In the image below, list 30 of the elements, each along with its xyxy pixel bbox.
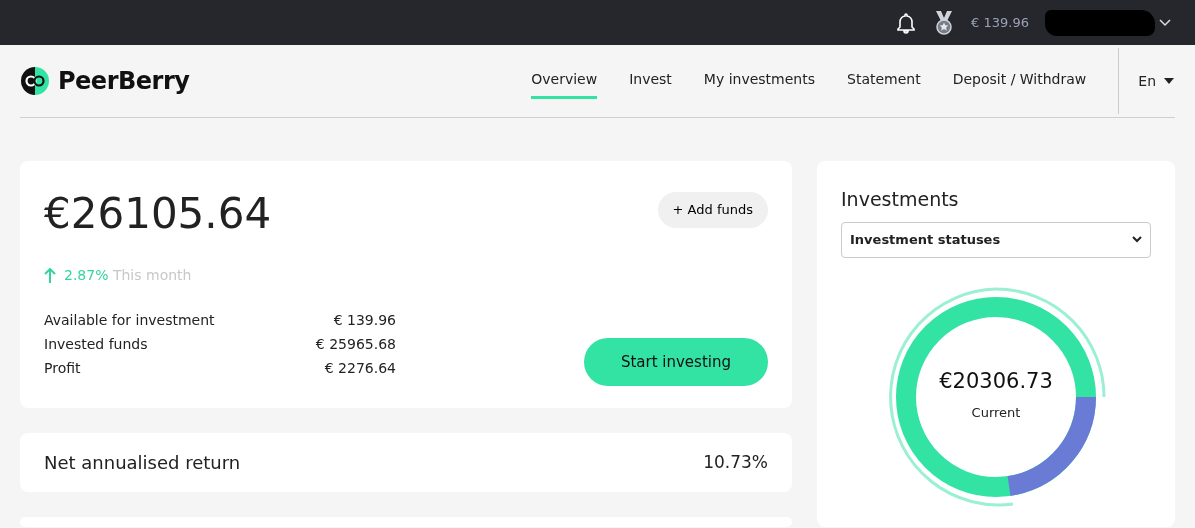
summary-label: Invested funds	[44, 335, 148, 354]
summary-value: € 2276.64	[324, 359, 396, 378]
chevron-down-icon	[1132, 236, 1142, 243]
chevron-down-icon[interactable]	[1159, 18, 1171, 27]
caret-icon	[1164, 78, 1174, 84]
nav-link[interactable]: Overview	[531, 63, 598, 99]
nav-link[interactable]: Invest	[629, 63, 672, 99]
current-label: Current	[971, 404, 1021, 422]
nav-link[interactable]: Statement	[847, 63, 921, 99]
summary-value: € 25965.68	[315, 335, 396, 354]
return-label: Net annualised return	[44, 451, 241, 475]
language-dropdown[interactable]: En	[1137, 69, 1175, 93]
brand-name: PeerBerry	[58, 66, 190, 97]
add-funds-button[interactable]: + Add funds	[657, 192, 768, 228]
logo-icon	[20, 66, 50, 96]
balance-text: € 139.96	[971, 13, 1029, 32]
summary-label: Available for investment	[44, 311, 215, 330]
arrow-up-icon	[44, 267, 56, 284]
start-investing-button[interactable]: Start investing	[583, 337, 768, 386]
investments-title: Investments	[841, 187, 960, 212]
change-percent: 2.87%	[64, 267, 109, 283]
nav-link[interactable]: My investments	[703, 63, 815, 99]
summary-value: € 139.96	[333, 311, 396, 330]
bell-icon[interactable]	[895, 11, 918, 34]
current-amount: €20306.73	[939, 367, 1053, 395]
summary-label: Profit	[44, 359, 81, 378]
return-value: 10.73%	[703, 450, 768, 474]
total-balance: €26105.64	[44, 193, 273, 235]
nav-link[interactable]: Deposit / Withdraw	[952, 63, 1087, 99]
status-select[interactable]: Investment statuses	[841, 221, 1151, 258]
